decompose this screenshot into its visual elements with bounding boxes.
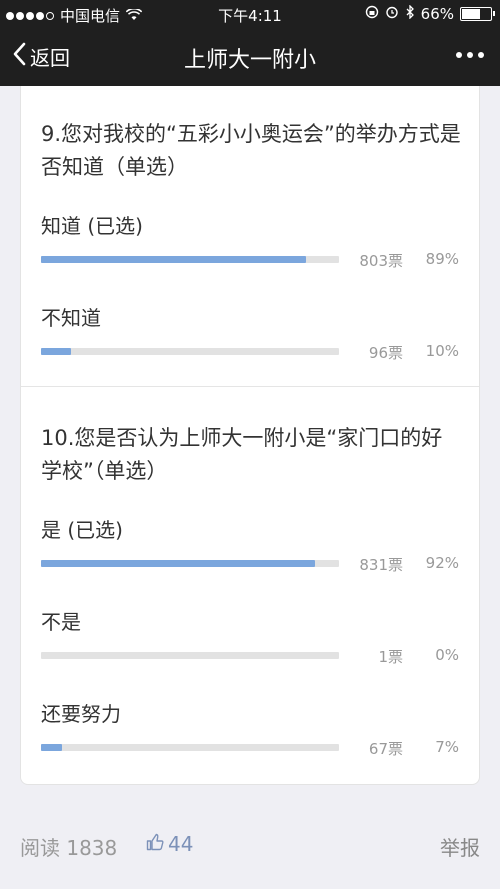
result-bar-fill <box>41 348 71 355</box>
orientation-lock-icon <box>365 5 379 23</box>
battery-level-fill <box>462 9 480 19</box>
vote-count: 1票 <box>378 648 403 666</box>
result-bar <box>41 348 339 355</box>
like-button[interactable]: 44 <box>146 832 193 856</box>
vote-percent: 92% <box>425 554 459 572</box>
result-bar <box>41 744 339 751</box>
option-label: 还要努力 <box>41 702 121 726</box>
vote-percent: 7% <box>435 738 459 756</box>
vote-percent: 10% <box>425 342 459 360</box>
vote-count: 831票 <box>359 556 403 574</box>
bluetooth-icon <box>405 4 415 23</box>
result-bar <box>41 652 339 659</box>
article-footer: 阅读 1838 44 举报 <box>0 820 500 870</box>
report-link[interactable]: 举报 <box>440 832 480 861</box>
page-title: 上师大一附小 <box>183 48 316 73</box>
result-bar <box>41 256 339 263</box>
vote-percent: 89% <box>425 250 459 268</box>
question-title: 9.您对我校的“五彩小小奥运会”的举办方式是否知道（单选） <box>41 122 461 179</box>
result-bar <box>41 560 339 567</box>
more-dots-icon <box>456 52 462 58</box>
more-menu-button[interactable] <box>456 44 484 58</box>
divider <box>21 386 479 387</box>
option-label: 是 (已选) <box>41 518 123 542</box>
survey-results-card: 9.您对我校的“五彩小小奥运会”的举办方式是否知道（单选） 知道 (已选) 80… <box>20 86 480 785</box>
result-bar-fill <box>41 256 307 263</box>
read-count: 阅读 1838 <box>20 836 118 860</box>
status-right: 66% <box>365 4 495 23</box>
option-label: 不是 <box>41 610 81 634</box>
option-label: 知道 (已选) <box>41 214 143 238</box>
vote-count: 67票 <box>368 740 403 758</box>
result-bar-fill <box>41 744 62 751</box>
status-bar: 中国电信 下午4:11 66% <box>0 0 500 28</box>
battery-percent: 66% <box>420 5 454 23</box>
thumbs-up-icon <box>146 832 164 856</box>
nav-bar: 返回 上师大一附小 <box>0 28 500 86</box>
vote-percent: 0% <box>435 646 459 664</box>
result-bar-fill <box>41 560 316 567</box>
option-label: 不知道 <box>41 306 101 330</box>
like-count: 44 <box>168 832 194 856</box>
vote-count: 803票 <box>359 252 403 270</box>
vote-count: 96票 <box>368 344 403 362</box>
battery-icon <box>460 7 495 21</box>
alarm-icon <box>385 5 399 23</box>
question-title: 10.您是否认为上师大一附小是“家门口的好学校”（单选） <box>41 426 443 483</box>
